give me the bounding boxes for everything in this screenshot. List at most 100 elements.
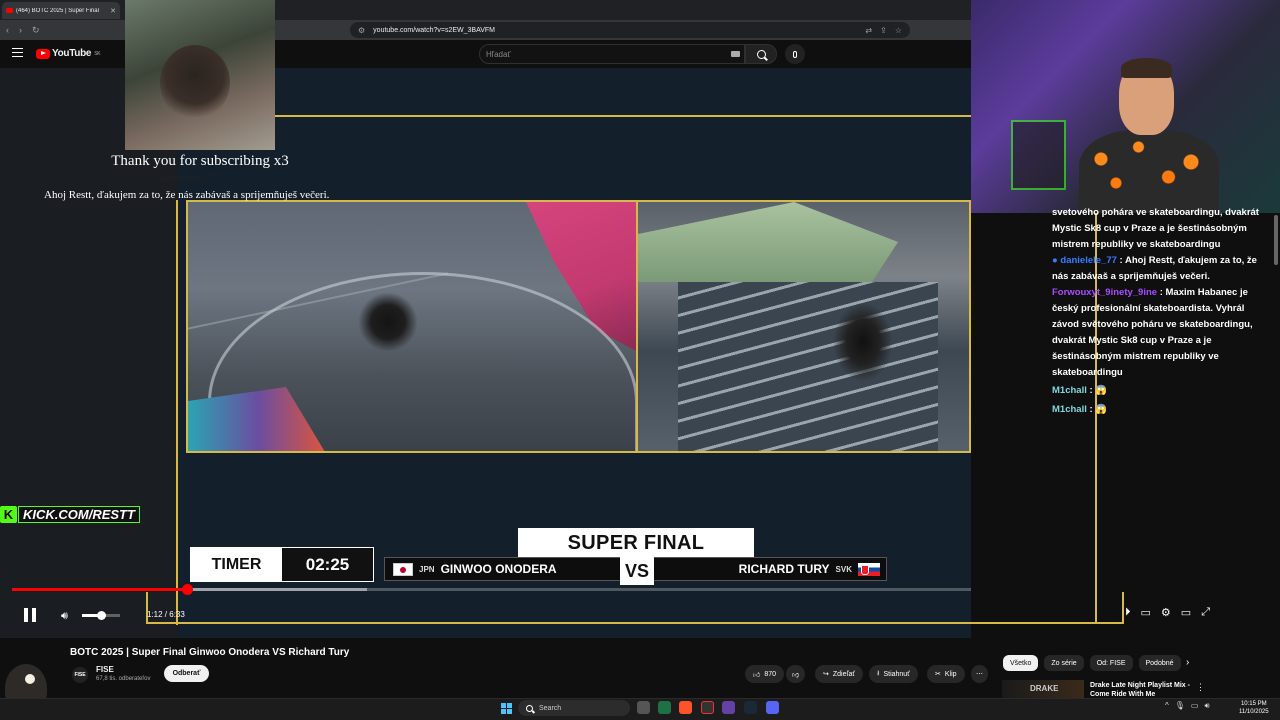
alert-title: Thank you for subscribing x3 (111, 153, 289, 169)
more-vertical-icon[interactable]: ⋮ (1196, 682, 1205, 693)
share-icon[interactable]: ⇪ (880, 26, 887, 35)
search-button[interactable] (745, 44, 777, 64)
thumbs-up-icon: 👍︎ (753, 671, 761, 679)
japan-flag-icon (393, 562, 413, 576)
share-button[interactable]: ↪ Zdieľať (815, 665, 864, 683)
kick-url: KICK.COM/RESTT (18, 506, 140, 523)
excel-icon[interactable] (658, 701, 671, 714)
share-arrow-icon: ↪ (823, 671, 829, 678)
keyboard-icon[interactable] (731, 51, 740, 57)
channel-name[interactable]: FISE (96, 665, 114, 674)
chat-text: svetového pohára ve skateboardingu, dvak… (1052, 207, 1259, 250)
clock-time: 10:15 PM (1240, 701, 1267, 707)
recommendation-title[interactable]: Drake Late Night Playlist Mix - Come Rid… (1090, 681, 1190, 699)
taskbar-search-label: Search (539, 704, 562, 712)
player-one-country: JPN (419, 564, 435, 574)
steam-icon[interactable] (744, 701, 757, 714)
chat-message: ● danielele_77 : Ahoj Restt, ďakujem za … (1052, 255, 1257, 282)
windows-start-icon[interactable] (501, 703, 512, 714)
camera-feed-right (638, 202, 969, 451)
youtube-logo[interactable]: YouTube SK (36, 48, 101, 59)
forward-icon[interactable]: › (19, 25, 22, 35)
theater-mode-icon[interactable]: ▭ (1181, 606, 1191, 619)
matchup-bar: JPN GINWOO ONODERA VS RICHARD TURY SVK (384, 557, 887, 585)
youtube-favicon-icon (6, 8, 13, 13)
event-title: SUPER FINAL (518, 528, 754, 558)
autoplay-toggle-icon[interactable]: ⏵ (1125, 606, 1131, 619)
reload-icon[interactable]: ↻ (32, 25, 40, 36)
close-tab-icon[interactable]: ✕ (110, 7, 116, 15)
back-icon[interactable]: ‹ (6, 25, 9, 35)
chat-text: Maxim Habanec je český profesionální ska… (1052, 287, 1253, 378)
site-info-icon[interactable]: ⚙ (358, 26, 365, 35)
chat-emoji: 😱 (1095, 385, 1108, 396)
like-button[interactable]: 👍︎ 870 (745, 665, 785, 683)
channel-avatar[interactable]: FISE (72, 667, 88, 683)
app-icon[interactable] (701, 701, 714, 714)
region-code: SK (94, 50, 101, 57)
system-tray: ^ 🎙︎ ▭ 🔊︎ (1165, 701, 1210, 711)
microphone-icon[interactable]: 🎙︎ (1175, 701, 1185, 711)
player-one-name: GINWOO ONODERA (440, 562, 557, 576)
chat-badge-icon: ● (1052, 255, 1058, 266)
subscribe-button[interactable]: Odberať (164, 665, 209, 682)
alert-message: Ahoj Restt, ďakujem za to, že nás zabáva… (44, 189, 330, 201)
volume-icon[interactable]: 🔊︎ (1204, 701, 1209, 711)
translate-icon[interactable]: ⇄ (865, 26, 872, 35)
chat-emoji: 😱 (1095, 404, 1108, 415)
discord-icon[interactable] (766, 701, 779, 714)
streamer-webcam (971, 0, 1280, 213)
youtube-logo-text: YouTube (52, 48, 92, 59)
download-button[interactable]: ⭳ Stiahnuť (869, 665, 918, 683)
chat-username: M1chall (1052, 385, 1087, 396)
bookmark-icon[interactable]: ☆ (895, 26, 902, 35)
taskbar-search[interactable]: Search (518, 700, 630, 716)
chevron-up-icon[interactable]: ^ (1165, 701, 1169, 711)
download-icon: ⭳ (877, 669, 880, 677)
chat-message: M1chall : 😱 (1052, 404, 1108, 415)
chevron-right-icon[interactable]: › (1186, 657, 1189, 668)
pause-button[interactable] (23, 608, 37, 622)
search-input[interactable]: Hľadať (479, 44, 745, 64)
volume-icon[interactable]: 🔊︎ (61, 610, 68, 623)
volume-handle[interactable] (97, 611, 106, 620)
clock-date: 11/10/2025 (1239, 709, 1269, 715)
timer-label: TIMER (191, 548, 282, 581)
more-actions-button[interactable]: ⋯ (971, 665, 988, 683)
volume-slider[interactable] (82, 611, 120, 620)
player-right-controls: ⏵ ▭ ⚙ ▭ ⤢ (1125, 606, 1210, 619)
chip-related[interactable]: Podobné (1138, 655, 1181, 671)
overlay-frame-line (176, 200, 178, 625)
skater (358, 292, 418, 352)
task-view-icon[interactable] (637, 701, 650, 714)
address-bar[interactable]: ⚙ youtube.com/watch?v=s2EW_3BAVFM ⇄ ⇪ ☆ (350, 22, 910, 38)
subscriber-count: 67,8 tis. odberateľov (96, 676, 151, 682)
chip-all[interactable]: Všetko (1003, 655, 1039, 671)
system-clock[interactable]: 10:15 PM 11/10/2025 (1239, 700, 1269, 716)
dislike-button[interactable]: 👎︎ (786, 665, 806, 683)
twitch-icon[interactable] (722, 701, 735, 714)
video-feed-frame (186, 200, 971, 453)
brave-browser-icon[interactable] (679, 701, 692, 714)
menu-icon[interactable] (12, 48, 23, 57)
page-scrollbar[interactable] (1274, 215, 1278, 265)
recommendation-chips: Všetko Zo série Od: FISE Podobné (1003, 655, 1181, 671)
chip-series[interactable]: Zo série (1044, 655, 1084, 671)
clip-button[interactable]: ✂ Klip (927, 665, 965, 683)
network-icon[interactable]: ▭ (1191, 701, 1199, 711)
browser-tab[interactable]: (464) BOTC 2025 | Super Final ✕ (2, 2, 120, 19)
chat-username: danielele_77 (1060, 255, 1117, 266)
slovakia-flag-icon (858, 562, 880, 576)
overlay-frame-line (146, 592, 1124, 624)
youtube-play-icon (36, 48, 50, 59)
chat-message: M1chall : 😱 (1052, 385, 1108, 396)
recommendation-thumbnail[interactable]: DRAKE (1002, 680, 1084, 698)
progress-bar[interactable] (12, 584, 971, 595)
voice-search-button[interactable] (785, 44, 805, 64)
url-text: youtube.com/watch?v=s2EW_3BAVFM (373, 26, 496, 34)
chip-from-channel[interactable]: Od: FISE (1089, 655, 1133, 671)
tab-title: (464) BOTC 2025 | Super Final (16, 7, 99, 14)
fullscreen-icon[interactable]: ⤢ (1201, 606, 1210, 619)
subtitles-icon[interactable]: ▭ (1141, 606, 1151, 619)
settings-icon[interactable]: ⚙ (1161, 606, 1171, 619)
